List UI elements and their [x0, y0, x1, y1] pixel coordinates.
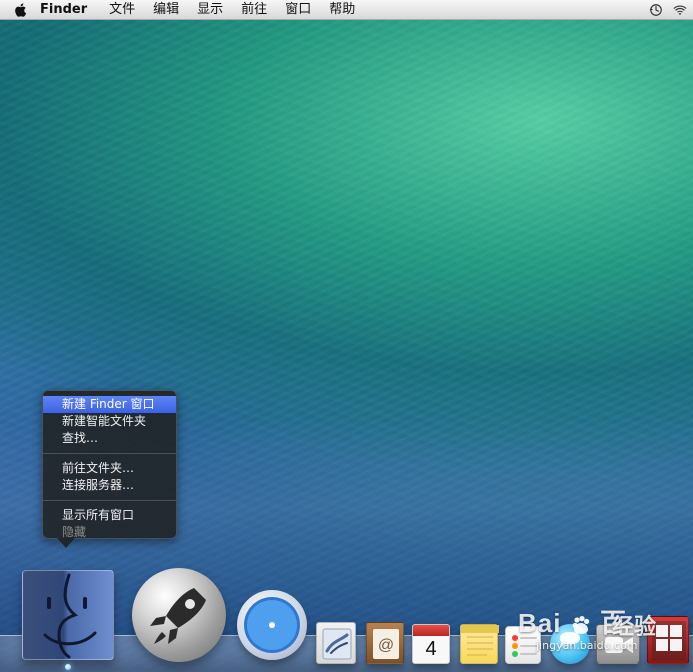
finder-icon[interactable]: [22, 570, 114, 660]
context-menu-item-new-smart-folder[interactable]: 新建智能文件夹: [43, 413, 176, 430]
context-menu-item-connect-to-server[interactable]: 连接服务器…: [43, 477, 176, 494]
menu-help[interactable]: 帮助: [329, 0, 355, 20]
svg-text:@: @: [378, 637, 394, 654]
context-menu-separator: [43, 500, 176, 501]
finder-running-indicator: [65, 664, 71, 670]
calendar-top-band: [413, 625, 449, 636]
menu-bar-left: Finder 文件 编辑 显示 前往 窗口 帮助: [0, 0, 373, 20]
context-menu-item-find[interactable]: 查找…: [43, 430, 176, 447]
calendar-icon[interactable]: 4: [412, 624, 450, 664]
dock: @ 4: [0, 560, 693, 672]
wifi-icon[interactable]: [673, 3, 687, 17]
menu-app-name[interactable]: Finder: [40, 0, 87, 20]
context-menu-item-hide: 隐藏: [62, 525, 87, 539]
menu-view[interactable]: 显示: [197, 0, 223, 20]
context-menu-item-show-all-windows[interactable]: 显示所有窗口: [43, 507, 176, 524]
facetime-icon[interactable]: [596, 624, 640, 664]
context-menu-item-go-to-folder[interactable]: 前往文件夹…: [43, 460, 176, 477]
contacts-icon[interactable]: @: [366, 622, 404, 664]
messages-icon[interactable]: [550, 624, 590, 664]
context-menu-separator: [43, 453, 176, 454]
time-machine-icon[interactable]: [649, 3, 663, 17]
photo-booth-icon[interactable]: [647, 616, 689, 664]
calendar-day-number: 4: [425, 638, 437, 660]
menu-window[interactable]: 窗口: [285, 0, 311, 20]
safari-compass-icon[interactable]: [237, 590, 307, 660]
menu-edit[interactable]: 编辑: [153, 0, 179, 20]
menu-bar: Finder 文件 编辑 显示 前往 窗口 帮助: [0, 0, 693, 20]
menu-go[interactable]: 前往: [241, 0, 267, 20]
mail-stamp-icon[interactable]: [316, 622, 356, 664]
menu-bar-right: [649, 0, 693, 20]
reminders-icon[interactable]: [505, 626, 541, 664]
finder-dock-context-menu: 新建 Finder 窗口 新建智能文件夹 查找… 前往文件夹… 连接服务器… 显…: [42, 390, 177, 548]
context-menu-item-new-finder-window[interactable]: 新建 Finder 窗口: [43, 396, 176, 413]
menu-file[interactable]: 文件: [109, 0, 135, 20]
apple-logo-icon[interactable]: [12, 1, 30, 19]
notes-icon[interactable]: [460, 624, 499, 664]
launchpad-rocket-icon[interactable]: [132, 568, 226, 662]
